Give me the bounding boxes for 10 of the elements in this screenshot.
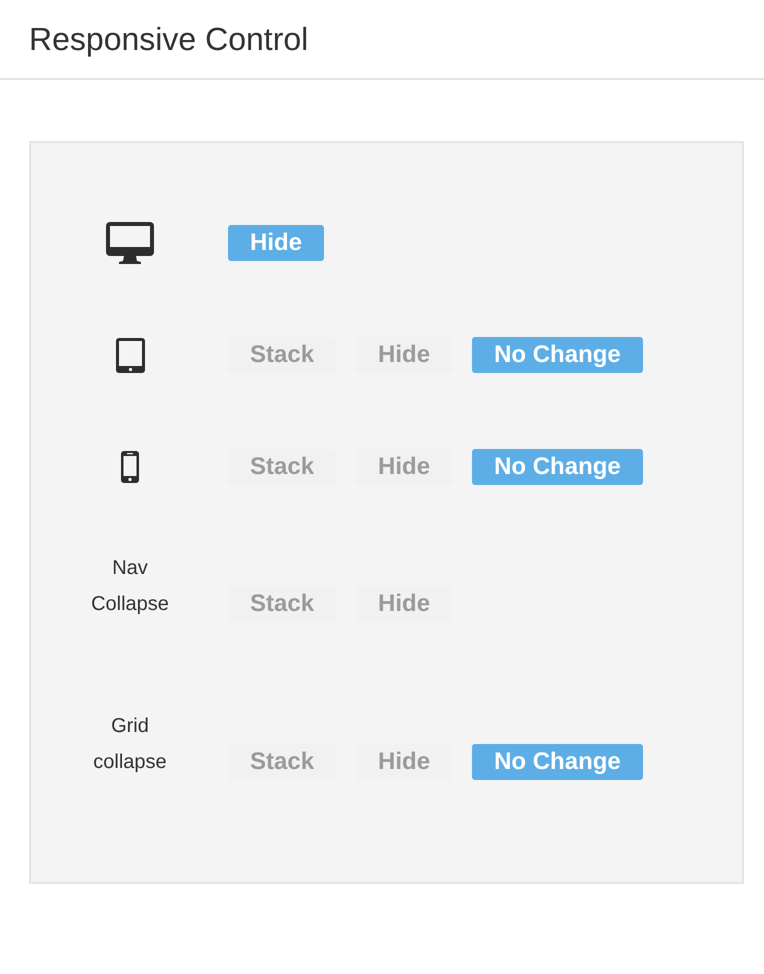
page-title: Responsive Control <box>29 20 308 58</box>
option-button[interactable]: No Change <box>472 449 643 485</box>
row-label: Nav Collapse <box>91 556 169 617</box>
option-button[interactable]: No Change <box>472 744 643 780</box>
row-label: Grid collapse <box>93 714 167 775</box>
option-button[interactable]: Hide <box>228 225 324 261</box>
tablet-icon <box>116 338 144 372</box>
monitor-icon <box>106 222 154 264</box>
option-button[interactable]: No Change <box>472 337 643 373</box>
phone-icon <box>121 451 139 483</box>
